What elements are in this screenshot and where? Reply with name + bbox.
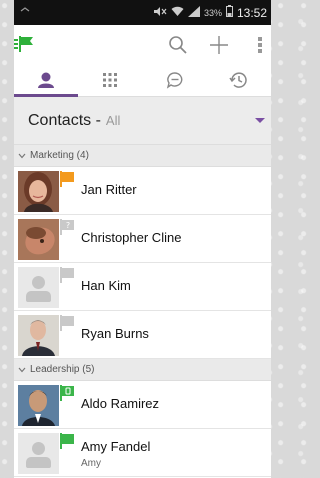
group-label: Marketing (4) [30, 150, 89, 161]
group-header-leadership[interactable]: Leadership (5) [14, 359, 271, 381]
tab-chat[interactable] [143, 63, 207, 96]
contacts-filter-dropdown[interactable]: Contacts - All [14, 97, 271, 145]
battery-icon [225, 5, 233, 20]
search-button[interactable] [164, 31, 192, 59]
contact-row[interactable]: Aldo Ramirez [14, 381, 271, 429]
available-flag-icon [60, 433, 74, 449]
tab-contacts[interactable] [14, 63, 78, 96]
avatar [18, 315, 59, 356]
on-phone-flag-icon [60, 385, 74, 401]
contact-name: Amy Fandel [81, 439, 151, 454]
avatar [18, 171, 59, 212]
contact-row[interactable]: ? Christopher Cline [14, 215, 271, 263]
page-title: Contacts - [28, 111, 101, 129]
contact-name: Jan Ritter [81, 182, 137, 197]
chat-icon [166, 71, 183, 89]
group-label: Leadership (5) [30, 364, 95, 375]
app-logo-flag-icon[interactable] [19, 36, 33, 52]
person-icon [38, 72, 55, 88]
chevron-down-icon [18, 365, 26, 375]
dialpad-icon [103, 72, 118, 87]
filter-value: All [105, 113, 121, 128]
search-icon [169, 36, 187, 54]
contact-nickname: Amy [81, 458, 101, 469]
offline-flag-icon [60, 315, 74, 331]
add-contact-button[interactable] [205, 31, 233, 59]
signal-icon [187, 5, 200, 20]
status-bar: 33% 13:52 [14, 0, 271, 25]
unknown-status-flag-icon: ? [60, 219, 74, 235]
avatar [18, 219, 59, 260]
contact-row[interactable]: Han Kim [14, 263, 271, 311]
svg-text:?: ? [66, 221, 70, 230]
plus-icon [210, 36, 228, 54]
contact-row[interactable]: Jan Ritter [14, 167, 271, 215]
notification-icon [20, 7, 30, 12]
more-vertical-icon [258, 35, 262, 55]
mute-icon [153, 6, 167, 20]
overflow-menu-button[interactable] [250, 31, 270, 59]
history-icon [229, 71, 248, 88]
avatar [18, 385, 59, 426]
offline-flag-icon [60, 267, 74, 283]
contact-row[interactable]: Amy Fandel Amy [14, 429, 271, 477]
app-bar [14, 25, 271, 63]
contact-name: Ryan Burns [81, 326, 149, 341]
avatar-placeholder [18, 267, 59, 308]
contact-name: Han Kim [81, 278, 131, 293]
tab-recents[interactable] [207, 63, 271, 96]
phone-screen: 33% 13:52 Contacts - All Marketing (4) J… [14, 0, 271, 478]
dropdown-caret-icon [255, 118, 265, 123]
tab-dialpad[interactable] [78, 63, 142, 96]
chevron-down-icon [18, 151, 26, 161]
battery-percent: 33% [203, 7, 222, 18]
clock: 13:52 [236, 5, 267, 20]
avatar-placeholder [18, 433, 59, 474]
away-flag-icon [60, 171, 74, 187]
contact-row[interactable]: Ryan Burns [14, 311, 271, 359]
contact-name: Aldo Ramirez [81, 396, 160, 411]
wifi-icon [171, 6, 184, 20]
drawer-menu-icon[interactable] [14, 39, 18, 49]
tab-bar [14, 63, 271, 97]
group-header-marketing[interactable]: Marketing (4) [14, 145, 271, 167]
contact-name: Christopher Cline [81, 230, 182, 245]
